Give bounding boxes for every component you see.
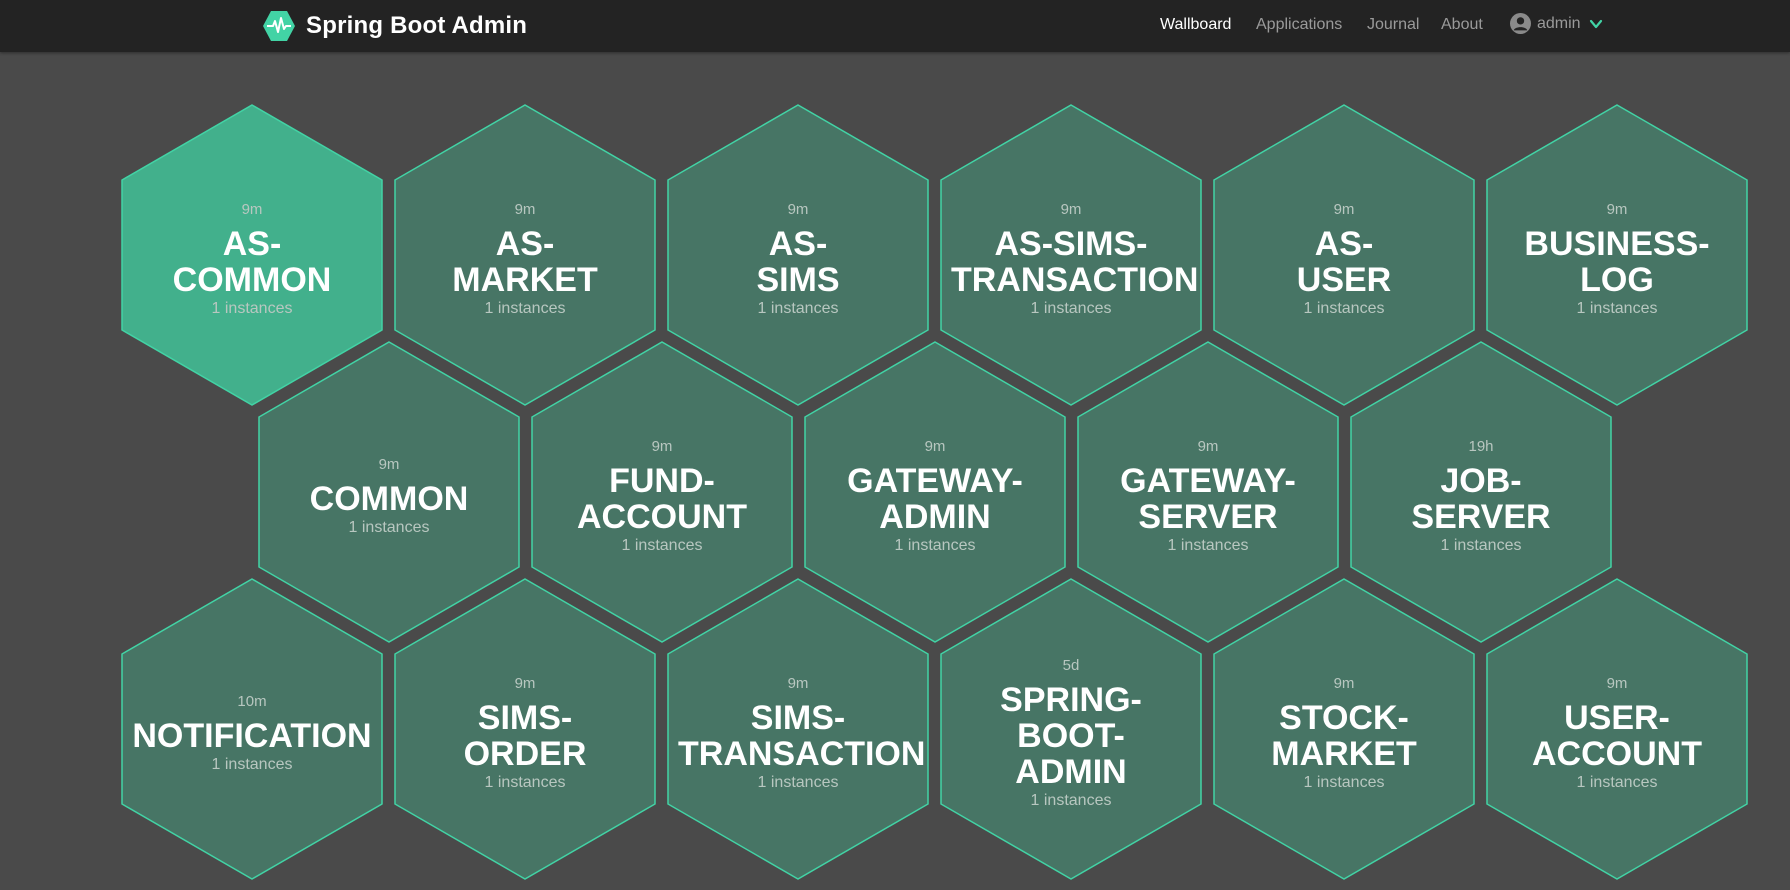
app-hex-job-server[interactable] xyxy=(1350,341,1612,643)
user-menu[interactable]: admin xyxy=(1510,13,1603,34)
brand-link[interactable]: Spring Boot Admin xyxy=(262,9,527,43)
app-hex-as-sims-transaction[interactable] xyxy=(940,104,1202,406)
app-hex-stock-market[interactable] xyxy=(1213,578,1475,880)
nav-applications[interactable]: Applications xyxy=(1256,16,1342,34)
app-hex-as-sims[interactable] xyxy=(667,104,929,406)
user-avatar-icon xyxy=(1510,13,1531,34)
app-hex-gateway-server[interactable] xyxy=(1077,341,1339,643)
app-hex-as-market[interactable] xyxy=(394,104,656,406)
app-hex-user-account[interactable] xyxy=(1486,578,1748,880)
app-hex-sims-transaction[interactable] xyxy=(667,578,929,880)
brand-title: Spring Boot Admin xyxy=(306,12,528,39)
chevron-down-icon xyxy=(1589,19,1602,28)
app-hex-common[interactable] xyxy=(258,341,520,643)
nav-about[interactable]: About xyxy=(1441,16,1483,34)
nav-wallboard[interactable]: Wallboard xyxy=(1160,16,1231,34)
wallboard: 9m AS- COMMON 1 instances 9m AS- MARKET 1 insta… xyxy=(0,52,1790,890)
app-hex-fund-account[interactable] xyxy=(531,341,793,643)
app-hex-gateway-admin[interactable] xyxy=(804,341,1066,643)
app-hex-notification[interactable] xyxy=(121,578,383,880)
app-hex-business-log[interactable] xyxy=(1486,104,1748,406)
user-name: admin xyxy=(1537,14,1581,32)
top-navbar: Spring Boot Admin Wallboard Applications… xyxy=(0,0,1790,52)
app-hex-spring-boot-admin[interactable] xyxy=(940,578,1202,880)
app-hex-as-user[interactable] xyxy=(1213,104,1475,406)
app-hex-sims-order[interactable] xyxy=(394,578,656,880)
nav-journal[interactable]: Journal xyxy=(1367,16,1419,34)
heartbeat-logo-icon xyxy=(263,11,295,41)
app-hex-as-common[interactable] xyxy=(121,104,383,406)
hex-grid xyxy=(121,104,1748,880)
